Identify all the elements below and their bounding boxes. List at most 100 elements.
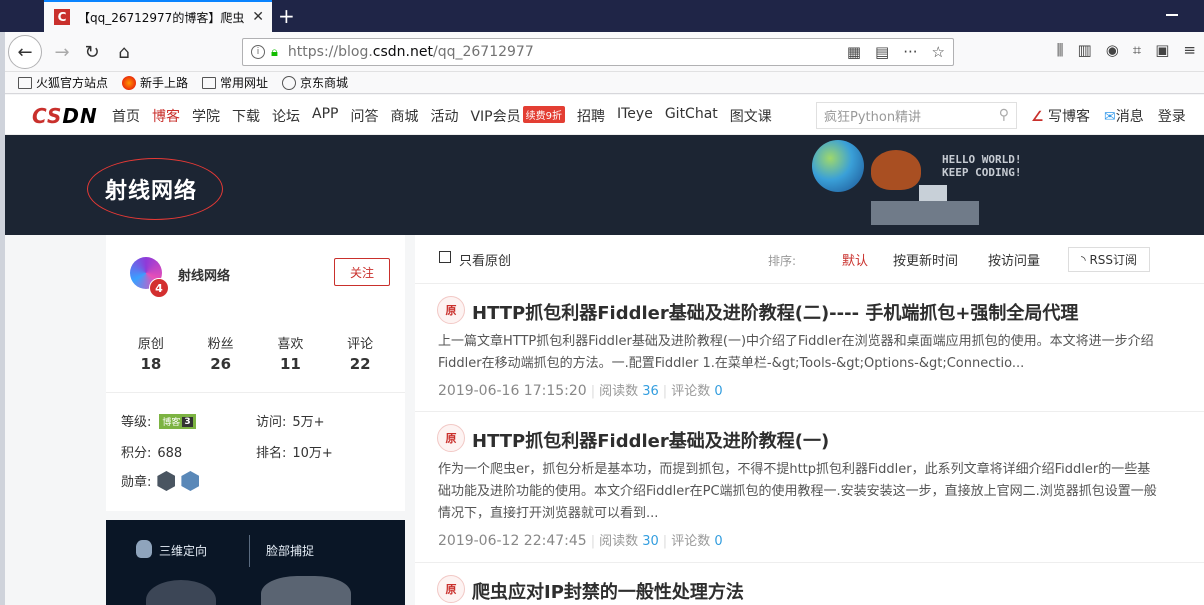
info-visits: 访问: 5万+ bbox=[256, 411, 325, 430]
nav-gitchat[interactable]: GitChat bbox=[665, 106, 718, 126]
vip-badge: 续费9折 bbox=[522, 106, 565, 123]
nav-download[interactable]: 下载 bbox=[232, 106, 260, 126]
qr-code-icon[interactable]: ▦ bbox=[847, 43, 861, 61]
stat-comments[interactable]: 评论 22 bbox=[325, 333, 395, 373]
browser-navbar: ← → ↻ ⌂ i 🔒︎ https://blog.csdn.net/qq_26… bbox=[0, 32, 1204, 72]
nav-academy[interactable]: 学院 bbox=[192, 106, 220, 126]
close-tab-icon[interactable]: ✕ bbox=[252, 9, 264, 25]
account-icon[interactable]: ◉ bbox=[1106, 41, 1119, 59]
article-meta: 2019-06-12 22:47:45 | 阅读数 30 | 评论数 0 bbox=[438, 530, 723, 549]
ad-divider bbox=[249, 535, 250, 567]
comment-count[interactable]: 0 bbox=[714, 534, 722, 549]
article-title[interactable]: 爬虫应对IP封禁的一般性处理方法 bbox=[472, 578, 744, 604]
only-original-checkbox[interactable] bbox=[439, 251, 451, 263]
bookmark-item[interactable]: 新手上路 bbox=[122, 74, 188, 91]
sidebar-icon[interactable]: ▥ bbox=[1078, 41, 1092, 59]
nav-iteye[interactable]: ITeye bbox=[617, 106, 653, 126]
nav-vip-label: VIP会员 bbox=[470, 109, 521, 125]
minimize-icon[interactable] bbox=[1166, 14, 1178, 16]
url-bar[interactable]: i 🔒︎ https://blog.csdn.net/qq_26712977 ▦… bbox=[242, 38, 954, 66]
article-summary[interactable]: 作为一个爬虫er，抓包分析是基本功，而提到抓包，不得不提http抓包利器Fidd… bbox=[438, 459, 1158, 525]
browser-tab[interactable]: C 【qq_26712977的博客】爬虫 ✕ bbox=[44, 0, 272, 32]
search-input[interactable]: 疯狂Python精讲 ⚲ bbox=[816, 102, 1017, 129]
sort-by-time-link[interactable]: 按更新时间 bbox=[893, 250, 958, 269]
nav-home[interactable]: 首页 bbox=[112, 106, 140, 126]
only-original-label[interactable]: 只看原创 bbox=[459, 250, 511, 269]
medal-persistence-icon[interactable] bbox=[157, 471, 176, 491]
nav-jobs[interactable]: 招聘 bbox=[577, 106, 605, 126]
comment-count[interactable]: 0 bbox=[714, 384, 722, 399]
info-points: 积分: 688 bbox=[121, 442, 182, 461]
sidebar-ad[interactable]: 三维定向 脸部捕捉 bbox=[106, 520, 405, 605]
nav-forum[interactable]: 论坛 bbox=[272, 106, 300, 126]
mail-icon: ✉ bbox=[1104, 109, 1116, 125]
bookmark-label: 火狐官方站点 bbox=[36, 76, 109, 90]
blog-title[interactable]: 射线网络 bbox=[105, 173, 197, 205]
nav-mall[interactable]: 商城 bbox=[390, 106, 418, 126]
globe-illustration-icon bbox=[812, 140, 864, 192]
url-text[interactable]: https://blog.csdn.net/qq_26712977 bbox=[288, 44, 534, 60]
back-arrow-icon[interactable]: ← bbox=[8, 35, 42, 69]
banner-slogan: HELLO WORLD! KEEP CODING! bbox=[942, 153, 1021, 179]
info-icon[interactable]: i bbox=[251, 45, 265, 59]
csdn-logo[interactable]: CSDN bbox=[32, 104, 98, 128]
info-level: 等级: 博客 3 bbox=[121, 411, 196, 430]
nav-app[interactable]: APP bbox=[312, 106, 338, 126]
more-actions-icon[interactable]: ··· bbox=[903, 43, 917, 61]
bookmark-star-icon[interactable]: ☆ bbox=[932, 43, 945, 61]
menu-icon[interactable]: ≡ bbox=[1183, 41, 1196, 59]
follow-button[interactable]: 关注 bbox=[334, 258, 390, 286]
nav-vip[interactable]: VIP会员 续费9折 bbox=[470, 106, 565, 126]
nav-course[interactable]: 图文课 bbox=[730, 106, 772, 126]
bookmark-item[interactable]: 常用网址 bbox=[202, 74, 268, 91]
stat-value: 22 bbox=[349, 355, 371, 373]
sort-default-link[interactable]: 默认 bbox=[842, 250, 868, 269]
login-button[interactable]: 登录 bbox=[1158, 106, 1186, 126]
nav-activity[interactable]: 活动 bbox=[430, 106, 458, 126]
slogan-line-2: KEEP CODING! bbox=[942, 166, 1022, 179]
search-icon[interactable]: ⚲ bbox=[999, 107, 1009, 123]
screenshot-icon[interactable]: ⌗ bbox=[1133, 41, 1141, 59]
article-title[interactable]: HTTP抓包利器Fiddler基础及进阶教程(二)---- 手机端抓包+强制全局… bbox=[472, 299, 1078, 325]
profile-card: 4 射线网络 关注 原创 18 粉丝 26 喜欢 11 评论 22 等级: 博客 3 访问:… bbox=[106, 235, 405, 511]
bookmark-item[interactable]: 京东商城 bbox=[282, 74, 348, 91]
sort-label: 排序: bbox=[768, 254, 797, 268]
blog-level-badge[interactable]: 博客 3 bbox=[159, 414, 196, 429]
new-tab-icon[interactable]: + bbox=[278, 4, 295, 28]
read-count: 36 bbox=[642, 384, 659, 399]
article-summary[interactable]: 上一篇文章HTTP抓包利器Fiddler基础及进阶教程(一)中介绍了Fiddle… bbox=[438, 331, 1158, 375]
profile-name[interactable]: 射线网络 bbox=[178, 265, 230, 284]
stat-label: 喜欢 bbox=[277, 337, 304, 352]
stat-original[interactable]: 原创 18 bbox=[116, 333, 186, 373]
article-title[interactable]: HTTP抓包利器Fiddler基础及进阶教程(一) bbox=[472, 427, 829, 453]
comment-count-label: 评论数 bbox=[671, 534, 711, 549]
medal-blog-icon[interactable] bbox=[181, 471, 200, 491]
stat-fans[interactable]: 粉丝 26 bbox=[186, 333, 256, 373]
message-button[interactable]: ✉消息 bbox=[1104, 106, 1144, 126]
points-label: 积分: bbox=[121, 446, 152, 461]
bookmark-item[interactable]: 火狐官方站点 bbox=[18, 74, 108, 91]
search-placeholder: 疯狂Python精讲 bbox=[824, 110, 922, 125]
sort-by-visits-link[interactable]: 按访问量 bbox=[988, 250, 1040, 269]
stat-likes[interactable]: 喜欢 11 bbox=[256, 333, 326, 373]
csdn-favicon-icon: C bbox=[54, 9, 70, 25]
ad-label-orientation: 三维定向 bbox=[159, 544, 208, 558]
reload-icon[interactable]: ↻ bbox=[76, 36, 108, 68]
read-count-label: 阅读数 bbox=[599, 384, 639, 399]
url-prefix: https://blog. bbox=[287, 44, 373, 60]
read-count: 30 bbox=[642, 534, 659, 549]
stat-value: 26 bbox=[210, 355, 232, 373]
write-blog-button[interactable]: ∠ 写博客 bbox=[1031, 106, 1090, 126]
reader-view-icon[interactable]: ▤ bbox=[875, 43, 889, 61]
nav-blog[interactable]: 博客 bbox=[152, 106, 180, 126]
rss-button[interactable]: ◝ RSS订阅 bbox=[1068, 247, 1150, 272]
bookmark-label: 京东商城 bbox=[300, 76, 349, 90]
extension-icon[interactable]: ▣ bbox=[1155, 41, 1169, 59]
home-icon[interactable]: ⌂ bbox=[108, 36, 140, 68]
forward-arrow-icon[interactable]: → bbox=[46, 36, 78, 68]
nav-qa[interactable]: 问答 bbox=[350, 106, 378, 126]
level-label: 等级: bbox=[121, 415, 152, 430]
stat-value: 18 bbox=[140, 355, 162, 373]
library-icon[interactable]: ⫼ bbox=[1057, 41, 1064, 59]
rank-label: 排名: bbox=[256, 446, 287, 461]
